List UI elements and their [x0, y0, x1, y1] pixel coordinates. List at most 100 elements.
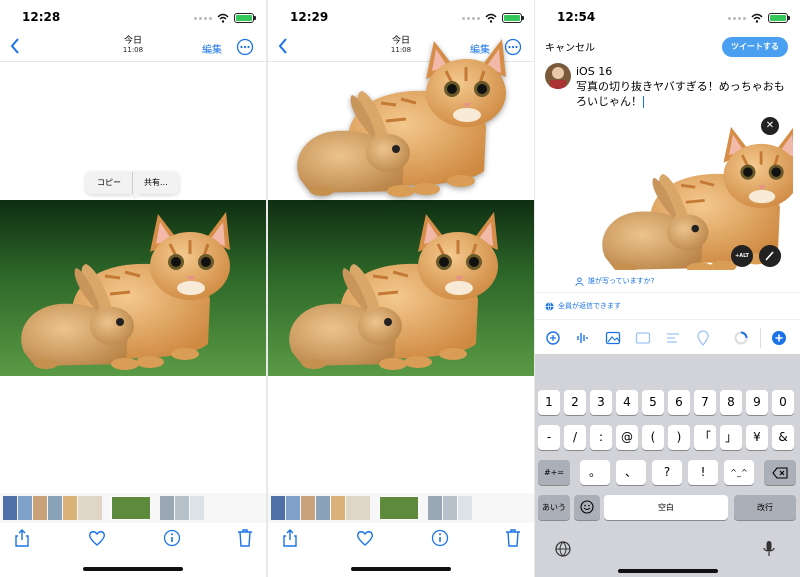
key-7[interactable]: 7 — [694, 390, 716, 415]
status-time: 12:29 — [290, 10, 329, 24]
globe-icon — [545, 301, 554, 311]
thumbnail[interactable] — [33, 496, 47, 520]
thumbnail-current[interactable] — [379, 496, 419, 520]
key-exclamation[interactable]: ! — [688, 460, 718, 485]
cat-rabbit-photo[interactable] — [0, 200, 266, 376]
status-icons — [462, 12, 524, 24]
remove-image-button[interactable]: ✕ — [761, 117, 779, 135]
compose-header: キャンセル ツイートする — [535, 34, 800, 60]
info-icon[interactable] — [431, 529, 449, 547]
share-icon[interactable] — [282, 528, 298, 548]
ai-image-icon[interactable] — [545, 330, 561, 346]
thumbnail[interactable] — [63, 496, 77, 520]
share-icon[interactable] — [14, 528, 30, 548]
more-icon[interactable] — [236, 38, 254, 56]
key-comma[interactable]: 、 — [616, 460, 646, 485]
tag-people-link[interactable]: 誰が写っていますか? — [575, 276, 654, 286]
thumbnail[interactable] — [18, 496, 32, 520]
emoji-key[interactable] — [574, 495, 600, 520]
context-copy[interactable]: コピー — [86, 172, 132, 194]
attached-image[interactable] — [573, 110, 793, 270]
avatar[interactable] — [545, 63, 571, 89]
thumbnail-current[interactable] — [111, 496, 151, 520]
gif-icon[interactable] — [635, 330, 651, 346]
key-6[interactable]: 6 — [668, 390, 690, 415]
status-time: 12:54 — [557, 10, 596, 24]
reply-setting-label: 全員が返信できます — [558, 302, 621, 310]
heart-icon[interactable] — [88, 530, 106, 546]
thumbnail[interactable] — [331, 496, 345, 520]
status-time: 12:28 — [22, 10, 61, 24]
image-icon[interactable] — [605, 330, 621, 346]
key-3[interactable]: 3 — [590, 390, 612, 415]
thumbnail[interactable] — [301, 496, 315, 520]
key-1[interactable]: 1 — [538, 390, 560, 415]
globe-icon[interactable] — [555, 541, 571, 557]
key-question[interactable]: ? — [652, 460, 682, 485]
delete-key[interactable] — [764, 460, 796, 485]
toolbar-divider — [760, 328, 761, 348]
thumbnail[interactable] — [458, 496, 472, 520]
key-period[interactable]: 。 — [580, 460, 610, 485]
voice-icon[interactable] — [575, 330, 591, 346]
key-close-bracket[interactable]: 」 — [720, 425, 742, 450]
edit-button[interactable]: 編集 — [202, 41, 222, 56]
thumbnail[interactable] — [190, 496, 204, 520]
key-kana[interactable]: あいう — [538, 495, 570, 520]
thumbnail-strip[interactable] — [268, 493, 534, 523]
thumbnail[interactable] — [316, 496, 330, 520]
add-icon[interactable] — [771, 330, 787, 346]
space-key[interactable]: 空白 — [604, 495, 728, 520]
return-key[interactable]: 改行 — [734, 495, 796, 520]
key-5[interactable]: 5 — [642, 390, 664, 415]
thumbnail[interactable] — [160, 496, 174, 520]
status-icons — [728, 12, 790, 24]
poll-icon[interactable] — [665, 330, 681, 346]
key-colon[interactable]: : — [590, 425, 612, 450]
thumbnail[interactable] — [48, 496, 62, 520]
trash-icon[interactable] — [505, 528, 521, 547]
key-slash[interactable]: / — [564, 425, 586, 450]
thumbnail[interactable] — [286, 496, 300, 520]
key-symbols[interactable]: #+= — [538, 460, 570, 485]
heart-icon[interactable] — [356, 530, 374, 546]
thumbnail[interactable] — [175, 496, 189, 520]
alt-text-button[interactable]: +ALT — [731, 245, 753, 267]
cat-rabbit-photo[interactable] — [268, 200, 534, 376]
tweet-text-field[interactable]: iOS 16 写真の切り抜きヤバすぎる！めっちゃおもろいじゃん！ — [576, 64, 788, 109]
status-icons — [194, 12, 256, 24]
trash-icon[interactable] — [237, 528, 253, 547]
thumbnail[interactable] — [443, 496, 457, 520]
key-0[interactable]: 0 — [772, 390, 794, 415]
cancel-button[interactable]: キャンセル — [545, 39, 595, 54]
edit-image-icon[interactable] — [759, 245, 781, 267]
mic-icon[interactable] — [763, 540, 775, 558]
thumbnail[interactable] — [346, 496, 370, 520]
thumbnail-strip[interactable] — [0, 493, 266, 523]
thumbnail[interactable] — [428, 496, 442, 520]
thumbnail[interactable] — [3, 496, 17, 520]
info-icon[interactable] — [163, 529, 181, 547]
key-open-bracket[interactable]: 「 — [694, 425, 716, 450]
key-9[interactable]: 9 — [746, 390, 768, 415]
key-hyphen[interactable]: - — [538, 425, 560, 450]
key-ampersand[interactable]: & — [772, 425, 794, 450]
tweet-compose-panel: 12:54 キャンセル ツイートする iOS 16 写真の切り抜きヤバすぎる！め… — [535, 0, 800, 577]
lifted-subject-cutout[interactable] — [286, 27, 516, 204]
key-emoticon[interactable]: ^_^ — [724, 460, 754, 485]
key-2[interactable]: 2 — [564, 390, 586, 415]
keyboard: 1 2 3 4 5 6 7 8 9 0 - / : @ ( ) 「 」 ¥ & … — [535, 354, 800, 577]
key-at[interactable]: @ — [616, 425, 638, 450]
key-close-paren[interactable]: ) — [668, 425, 690, 450]
key-4[interactable]: 4 — [616, 390, 638, 415]
reply-setting[interactable]: 全員が返信できます — [535, 292, 800, 320]
key-open-paren[interactable]: ( — [642, 425, 664, 450]
key-yen[interactable]: ¥ — [746, 425, 768, 450]
nav-bar: 今日 11:08 編集 — [0, 34, 266, 62]
thumbnail[interactable] — [78, 496, 102, 520]
tweet-button[interactable]: ツイートする — [722, 37, 788, 57]
thumbnail[interactable] — [271, 496, 285, 520]
key-8[interactable]: 8 — [720, 390, 742, 415]
location-icon[interactable] — [695, 330, 711, 346]
context-share[interactable]: 共有... — [132, 172, 179, 194]
